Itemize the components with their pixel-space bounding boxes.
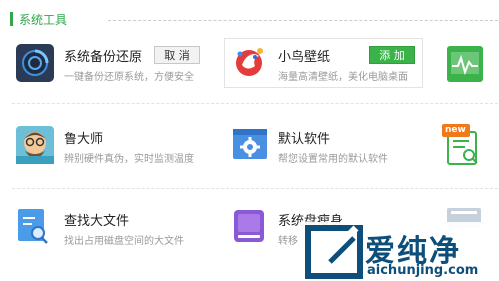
find-file-icon [16, 208, 50, 244]
cancel-button[interactable]: 取 消 [154, 46, 200, 64]
add-button[interactable]: 添 加 [369, 46, 415, 64]
monitor-pulse-icon[interactable] [445, 46, 499, 82]
disk-slim-icon [232, 208, 266, 244]
tool-description: 海量高清壁纸，美化电脑桌面 [278, 72, 408, 83]
new-badge: new [445, 125, 466, 135]
ludashi-face-icon [16, 126, 54, 164]
tool-name: 系统备份还原 [64, 50, 143, 65]
tool-name: 默认软件 [278, 132, 331, 147]
backup-disc-icon [16, 44, 54, 82]
row-divider [12, 103, 498, 104]
tool-name: 小鸟壁纸 [278, 50, 331, 65]
tool-ludashi[interactable]: 鲁大师 辨别硬件真伪，实时监测温度 [16, 126, 216, 166]
tool-description: 一键备份还原系统，方便安全 [64, 72, 194, 83]
tool-name: 查找大文件 [64, 214, 130, 229]
tool-description: 找出占用磁盘空间的大文件 [64, 236, 184, 247]
row-divider [12, 188, 498, 189]
tool-description: 帮您设置常用的默认软件 [278, 154, 388, 165]
default-software-gear-icon [232, 126, 268, 162]
section-divider [108, 20, 498, 21]
section-accent-bar [10, 12, 13, 26]
tool-find-big-file[interactable]: 查找大文件 找出占用磁盘空间的大文件 [16, 208, 216, 248]
tool-name: 鲁大师 [64, 132, 104, 147]
bird-wallpaper-icon [232, 44, 268, 80]
tool-description: 辨别硬件真伪，实时监测温度 [64, 154, 194, 165]
tool-default-software[interactable]: 默认软件 帮您设置常用的默认软件 [232, 126, 432, 166]
section-title: 系统工具 [19, 13, 68, 27]
watermark-url: aichunjing.com [367, 263, 479, 278]
tool-description: 转移 [278, 236, 298, 247]
